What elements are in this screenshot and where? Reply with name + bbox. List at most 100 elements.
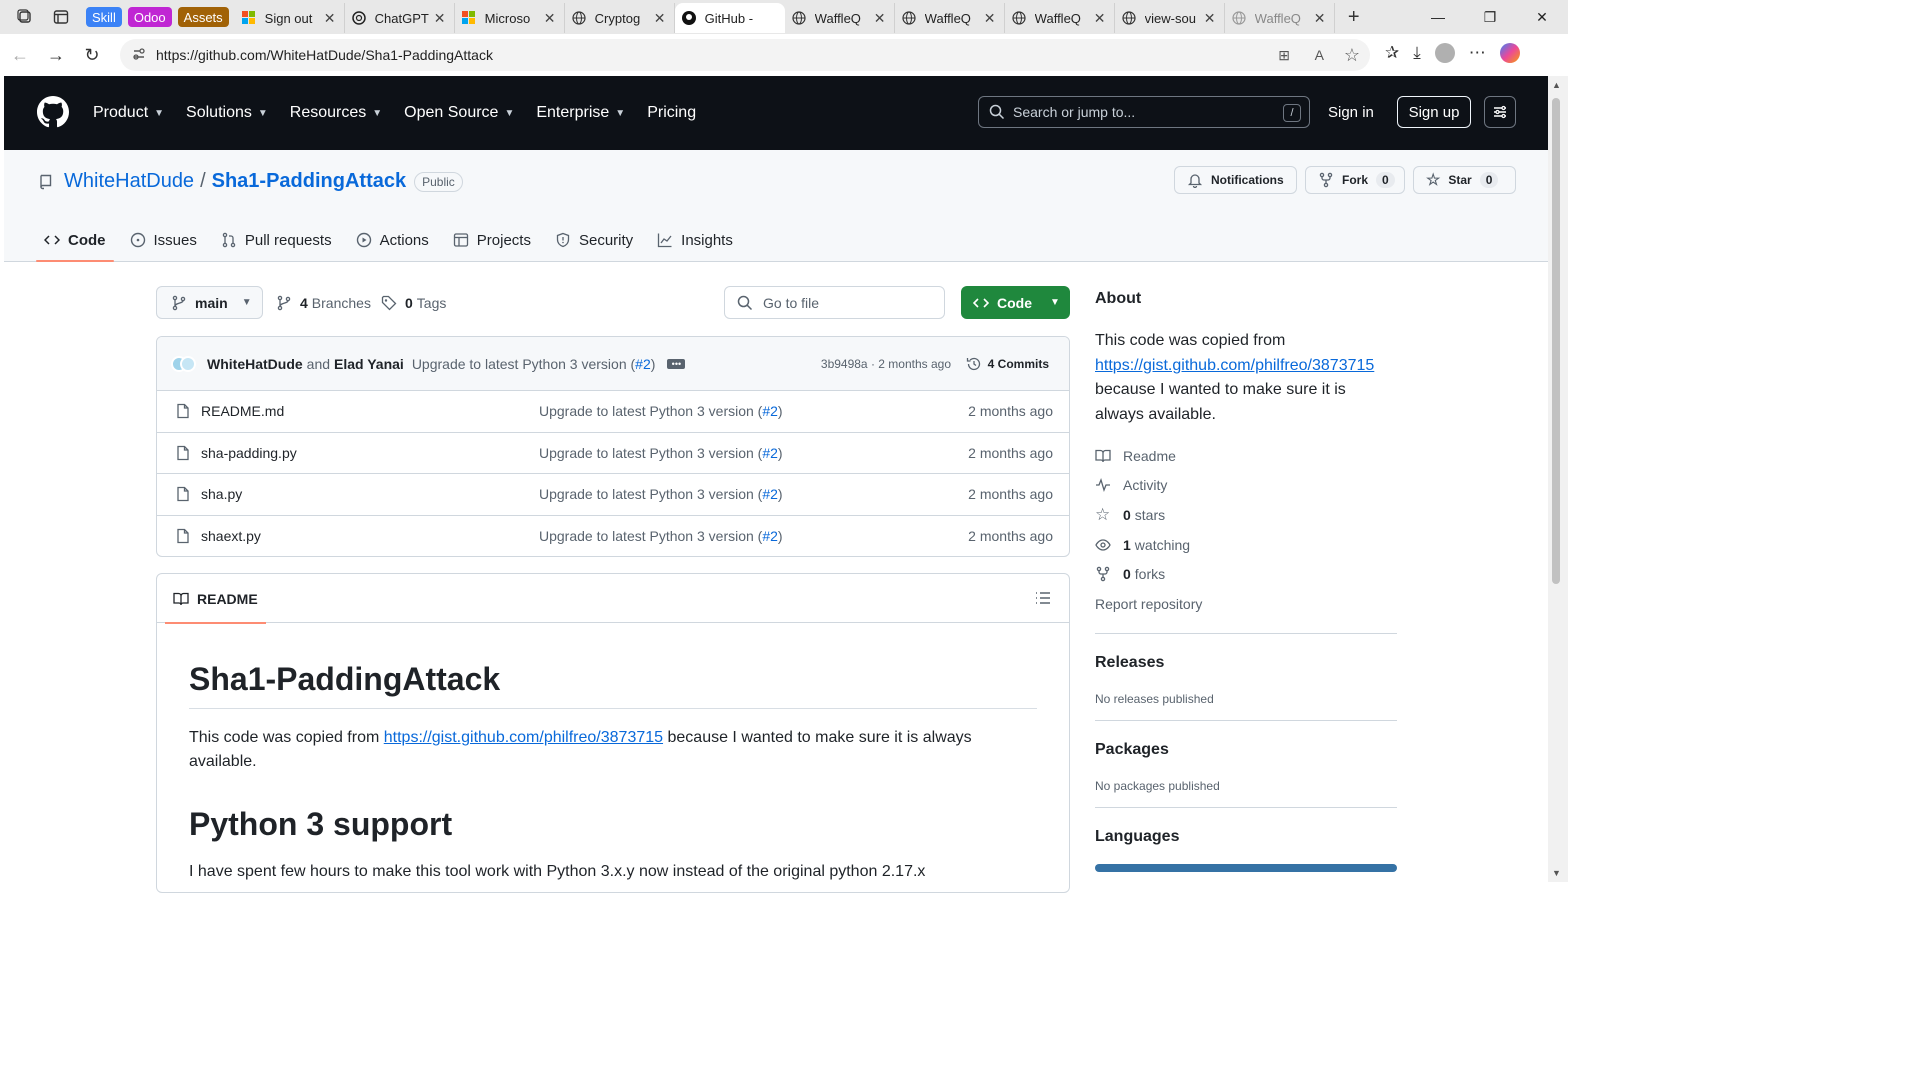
file-name-link[interactable]: README.md	[201, 403, 284, 419]
favorite-pill-assets[interactable]: Assets	[177, 7, 229, 27]
notifications-button[interactable]: Notifications	[1174, 166, 1297, 194]
close-tab-icon[interactable]: ✕	[982, 10, 998, 27]
stars-link[interactable]: ☆ 0 stars	[1095, 500, 1397, 530]
commit-author-link[interactable]: WhiteHatDude	[207, 356, 303, 372]
file-commit-message[interactable]: Upgrade to latest Python 3 version (#2)	[539, 528, 783, 544]
forward-icon[interactable]: →	[38, 37, 74, 73]
site-info-icon[interactable]	[132, 47, 146, 64]
readme-tab[interactable]: README	[165, 574, 266, 624]
branches-link[interactable]: 4 Branches	[276, 295, 371, 311]
close-tab-icon[interactable]: ✕	[1202, 10, 1218, 27]
scroll-up-icon[interactable]: ▲	[1552, 80, 1561, 90]
tags-link[interactable]: 0 Tags	[381, 295, 446, 311]
browser-tab[interactable]: ChatGPT ✕	[345, 3, 455, 33]
tab-pull-requests[interactable]: Pull requests	[213, 218, 340, 262]
minimize-icon[interactable]: —	[1412, 0, 1464, 34]
file-commit-message[interactable]: Upgrade to latest Python 3 version (#2)	[539, 486, 783, 502]
commits-link[interactable]: 4 Commits	[966, 356, 1049, 372]
outline-list-icon[interactable]	[1035, 590, 1051, 606]
file-name-link[interactable]: sha.py	[201, 486, 242, 502]
commit-message[interactable]: Upgrade to latest Python 3 version (#2)	[412, 356, 656, 372]
downloads-icon[interactable]: ⤓	[1413, 43, 1421, 63]
browser-tab[interactable]: WaffleQ ✕	[785, 3, 895, 33]
nav-product[interactable]: Product ▼	[93, 104, 164, 122]
restore-icon[interactable]: ❐	[1464, 0, 1516, 34]
back-icon[interactable]: ←	[2, 37, 38, 73]
nav-resources[interactable]: Resources ▼	[290, 104, 382, 122]
tab-issues[interactable]: Issues	[122, 218, 205, 262]
close-window-icon[interactable]: ✕	[1516, 0, 1568, 34]
scroll-down-icon[interactable]: ▼	[1552, 868, 1561, 878]
new-tab-icon[interactable]: +	[1343, 6, 1365, 28]
file-row[interactable]: sha.py Upgrade to latest Python 3 versio…	[157, 474, 1069, 516]
file-name-link[interactable]: shaext.py	[201, 528, 261, 544]
close-tab-icon[interactable]: ✕	[1312, 10, 1328, 27]
close-tab-icon[interactable]: ✕	[432, 10, 448, 27]
nav-enterprise[interactable]: Enterprise ▼	[536, 104, 625, 122]
file-name-link[interactable]: sha-padding.py	[201, 445, 297, 461]
url-field[interactable]: https://github.com/WhiteHatDude/Sha1-Pad…	[120, 39, 1370, 71]
favorites-icon[interactable]: ✰	[1385, 43, 1399, 63]
favorite-star-icon[interactable]: ☆	[1344, 45, 1360, 66]
sliders-menu-icon[interactable]	[1484, 96, 1516, 128]
refresh-icon[interactable]: ↻	[74, 37, 110, 73]
tab-actions[interactable]: Actions	[348, 218, 437, 262]
nav-solutions[interactable]: Solutions ▼	[186, 104, 268, 122]
search-input[interactable]: Search or jump to... /	[978, 96, 1310, 128]
app-available-icon[interactable]: ⊞	[1278, 47, 1290, 64]
sign-up-button[interactable]: Sign up	[1397, 96, 1471, 128]
close-tab-icon[interactable]: ✕	[1092, 10, 1108, 27]
tab-code[interactable]: Code	[36, 218, 114, 262]
tab-actions-icon[interactable]	[50, 6, 72, 28]
close-tab-icon[interactable]: ✕	[872, 10, 888, 27]
nav-pricing[interactable]: Pricing	[647, 104, 696, 122]
nav-open-source[interactable]: Open Source ▼	[404, 104, 514, 122]
file-commit-message[interactable]: Upgrade to latest Python 3 version (#2)	[539, 445, 783, 461]
file-row[interactable]: shaext.py Upgrade to latest Python 3 ver…	[157, 516, 1069, 557]
browser-tab[interactable]: Cryptog ✕	[565, 3, 675, 33]
workspaces-icon[interactable]	[14, 6, 36, 28]
packages-title[interactable]: Packages	[1095, 741, 1397, 759]
star-button[interactable]: ☆ Star 0	[1413, 166, 1516, 194]
about-gist-link[interactable]: https://gist.github.com/philfreo/3873715	[1095, 357, 1374, 374]
ellipsis-icon[interactable]: •••	[667, 358, 686, 369]
close-tab-icon[interactable]: ✕	[652, 10, 668, 27]
pr-link[interactable]: #2	[762, 445, 778, 461]
pr-link[interactable]: #2	[762, 528, 778, 544]
scrollbar-thumb[interactable]	[1552, 98, 1560, 584]
close-tab-icon[interactable]: ✕	[322, 10, 338, 27]
browser-tab[interactable]: WaffleQ ✕	[1005, 3, 1115, 33]
pr-link[interactable]: #2	[635, 356, 651, 372]
browser-tab[interactable]: Sign out ✕	[235, 3, 345, 33]
close-tab-icon[interactable]: ✕	[542, 10, 558, 27]
releases-title[interactable]: Releases	[1095, 654, 1397, 672]
favorite-pill-skill[interactable]: Skill	[86, 7, 122, 27]
watching-link[interactable]: 1 watching	[1095, 530, 1397, 560]
repo-name-link[interactable]: Sha1-PaddingAttack	[212, 170, 406, 193]
pr-link[interactable]: #2	[762, 486, 778, 502]
tab-projects[interactable]: Projects	[445, 218, 539, 262]
report-repository-link[interactable]: Report repository	[1095, 589, 1397, 619]
copilot-icon[interactable]	[1499, 43, 1520, 63]
read-aloud-icon[interactable]: A	[1315, 47, 1324, 63]
profile-avatar[interactable]	[1434, 43, 1455, 63]
readme-link[interactable]: Readme	[1095, 441, 1397, 471]
browser-tab[interactable]: Microso ✕	[455, 3, 565, 33]
github-logo-icon[interactable]	[37, 95, 69, 131]
browser-tab-active[interactable]: GitHub -	[674, 3, 785, 33]
commit-hash-time[interactable]: 3b9498a · 2 months ago	[821, 357, 951, 371]
pr-link[interactable]: #2	[762, 403, 778, 419]
file-row[interactable]: sha-padding.py Upgrade to latest Python …	[157, 433, 1069, 474]
fork-button[interactable]: Fork 0	[1305, 166, 1405, 194]
browser-tab[interactable]: WaffleQ ✕	[1225, 3, 1335, 33]
gist-link[interactable]: https://gist.github.com/philfreo/3873715	[384, 729, 663, 746]
file-row[interactable]: README.md Upgrade to latest Python 3 ver…	[157, 391, 1069, 433]
browser-tab[interactable]: view-sou ✕	[1115, 3, 1225, 33]
tab-insights[interactable]: Insights	[649, 218, 741, 262]
activity-link[interactable]: Activity	[1095, 471, 1397, 501]
tab-security[interactable]: Security	[547, 218, 641, 262]
more-options-icon[interactable]: ⋯	[1469, 43, 1486, 63]
browser-tab[interactable]: WaffleQ ✕	[895, 3, 1005, 33]
favorite-pill-odoo[interactable]: Odoo	[127, 7, 172, 27]
sign-in-link[interactable]: Sign in	[1328, 104, 1374, 121]
